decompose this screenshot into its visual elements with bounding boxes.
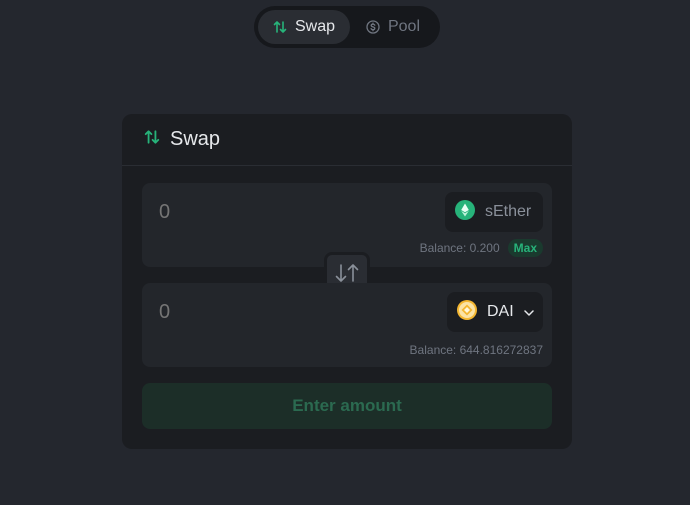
to-amount-input[interactable] [159, 301, 359, 324]
tab-swap[interactable]: Swap [258, 10, 350, 44]
from-balance-row: Balance: 0.200 Max [420, 239, 543, 257]
nav-tabs: Swap Pool [254, 6, 440, 48]
from-token-select[interactable]: sEther [445, 192, 543, 232]
to-token-select[interactable]: DAI [447, 292, 543, 332]
max-button[interactable]: Max [507, 239, 543, 257]
swap-arrows-icon [273, 20, 287, 34]
from-amount-input[interactable] [159, 201, 359, 224]
to-field: DAI Balance: 644.816272837 [142, 283, 552, 367]
card-title: Swap [170, 128, 221, 150]
chevron-down-icon [523, 303, 534, 321]
ether-icon [455, 199, 475, 225]
to-token-label: DAI [487, 303, 514, 320]
swap-card: Swap sEther Balance: 0.200 Max [122, 114, 572, 449]
tab-pool-label: Pool [387, 18, 421, 35]
to-balance-row: Balance: 644.816272837 [410, 343, 543, 357]
swap-arrows-icon [144, 128, 160, 151]
to-balance: Balance: 644.816272837 [409, 343, 543, 357]
dai-icon [457, 299, 477, 325]
tab-swap-label: Swap [294, 18, 336, 35]
card-header: Swap [122, 114, 572, 166]
enter-amount-button[interactable]: Enter amount [142, 383, 552, 429]
from-token-label: sEther [485, 203, 532, 220]
tab-pool[interactable]: Pool [350, 10, 436, 44]
from-balance: Balance: 0.200 [419, 241, 500, 255]
dollar-circle-icon [366, 20, 380, 34]
